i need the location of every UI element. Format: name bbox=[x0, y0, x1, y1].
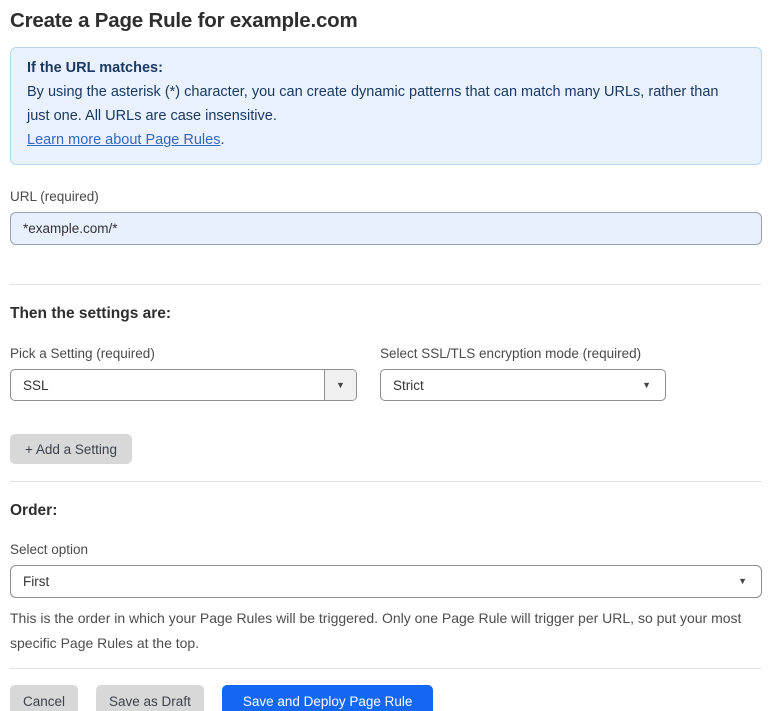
url-label: URL (required) bbox=[10, 189, 99, 204]
chevron-down-icon: ▼ bbox=[738, 576, 747, 586]
info-box-body: By using the asterisk (*) character, you… bbox=[27, 84, 719, 124]
order-select[interactable]: First ▼ bbox=[10, 565, 762, 598]
order-select-value: First bbox=[23, 574, 50, 589]
order-heading: Order: bbox=[10, 502, 58, 519]
mode-picker-column: Select SSL/TLS encryption mode (required… bbox=[380, 346, 666, 401]
settings-heading: Then the settings are: bbox=[10, 305, 172, 322]
chevron-down-icon: ▼ bbox=[642, 379, 651, 390]
setting-picker-column: Pick a Setting (required) SSL ▼ bbox=[10, 346, 357, 401]
url-match-info-box: If the URL matches: By using the asteris… bbox=[10, 47, 762, 165]
mode-picker-select[interactable]: Strict ▼ bbox=[380, 369, 666, 401]
save-and-deploy-button[interactable]: Save and Deploy Page Rule bbox=[221, 685, 434, 711]
divider bbox=[10, 284, 762, 285]
order-help-text: This is the order in which your Page Rul… bbox=[10, 610, 742, 651]
save-as-draft-button[interactable]: Save as Draft bbox=[96, 685, 204, 711]
info-box-link-line: Learn more about Page Rules. bbox=[27, 128, 745, 152]
cancel-button[interactable]: Cancel bbox=[10, 685, 79, 711]
order-select-label: Select option bbox=[10, 542, 89, 557]
link-period: . bbox=[220, 132, 225, 148]
divider bbox=[10, 481, 762, 482]
page-title: Create a Page Rule for example.com bbox=[10, 9, 358, 32]
setting-picker-label: Pick a Setting (required) bbox=[10, 346, 155, 361]
settings-row: Pick a Setting (required) SSL ▼ Select S… bbox=[10, 346, 762, 401]
add-setting-button[interactable]: + Add a Setting bbox=[10, 434, 132, 464]
setting-picker-value: SSL bbox=[23, 377, 49, 393]
setting-picker-select[interactable]: SSL ▼ bbox=[10, 369, 357, 401]
chevron-down-icon: ▼ bbox=[336, 379, 345, 390]
learn-more-link[interactable]: Learn more about Page Rules bbox=[27, 132, 220, 148]
divider bbox=[10, 668, 762, 669]
mode-picker-value: Strict bbox=[393, 377, 424, 393]
footer-actions: Cancel Save as Draft Save and Deploy Pag… bbox=[10, 685, 762, 711]
create-page-rule-form: Create a Page Rule for example.com If th… bbox=[0, 0, 772, 711]
setting-picker-arrow-button[interactable]: ▼ bbox=[324, 370, 356, 400]
mode-picker-label: Select SSL/TLS encryption mode (required… bbox=[380, 346, 642, 361]
url-input[interactable] bbox=[10, 212, 762, 245]
info-box-heading: If the URL matches: bbox=[27, 60, 163, 76]
